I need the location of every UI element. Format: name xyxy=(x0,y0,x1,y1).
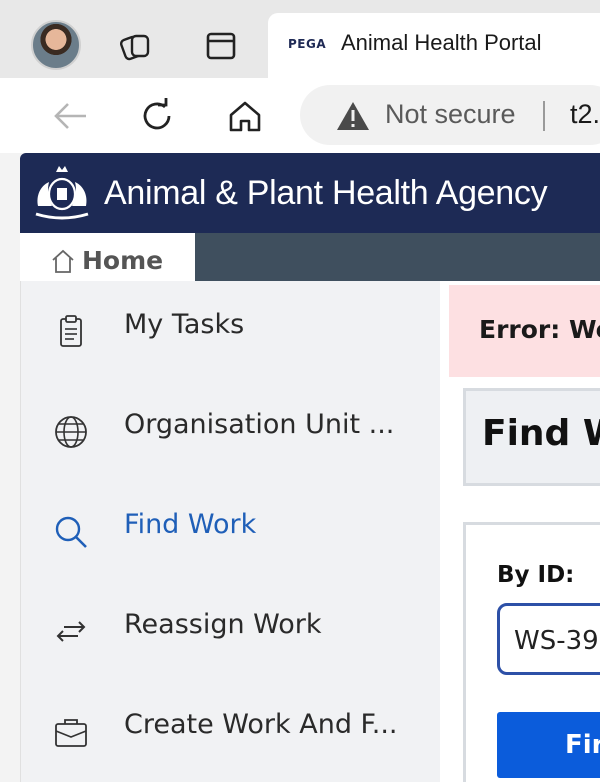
sidebar-item-label: Organisation Unit ... xyxy=(124,409,395,440)
warning-icon[interactable] xyxy=(336,101,370,131)
error-banner: Error: Wo xyxy=(449,285,600,377)
search-icon xyxy=(55,516,87,548)
home-icon[interactable] xyxy=(225,96,265,136)
home-outline-icon xyxy=(52,249,74,273)
back-arrow-icon[interactable] xyxy=(50,96,90,136)
royal-crest-icon xyxy=(35,166,89,220)
sidebar-item-reassign-work[interactable]: Reassign Work xyxy=(20,581,440,681)
tab-title[interactable]: Animal Health Portal xyxy=(341,30,542,56)
sidebar-item-my-tasks[interactable]: My Tasks xyxy=(20,281,440,381)
sidebar-item-create-work[interactable]: Create Work And F... xyxy=(20,681,440,781)
sidebar-item-label: Find Work xyxy=(124,509,257,540)
sidebar-item-find-work[interactable]: Find Work xyxy=(20,481,440,581)
find-button-label: Fir xyxy=(565,730,600,760)
refresh-icon[interactable] xyxy=(137,96,177,136)
workspaces-icon[interactable] xyxy=(119,28,155,64)
security-status[interactable]: Not secure xyxy=(385,99,516,130)
sidebar-item-label: Create Work And F... xyxy=(124,709,398,740)
globe-icon xyxy=(55,416,87,448)
section-header: Find W xyxy=(463,388,600,486)
page-title: Find W xyxy=(482,413,600,454)
error-message: Error: Wo xyxy=(479,315,600,344)
sidebar-item-organisation-unit[interactable]: Organisation Unit ... xyxy=(20,381,440,481)
home-tab-label[interactable]: Home xyxy=(82,246,163,275)
profile-avatar[interactable] xyxy=(31,20,81,70)
agency-name: Animal & Plant Health Agency xyxy=(104,174,548,212)
swap-arrows-icon xyxy=(56,621,86,642)
tab-actions-icon[interactable] xyxy=(203,28,239,64)
id-input-value: WS-398 xyxy=(514,626,600,656)
by-id-label: By ID: xyxy=(497,562,575,588)
clipboard-icon xyxy=(60,315,82,347)
id-input[interactable]: WS-398 xyxy=(497,603,600,675)
sidebar-item-label: Reassign Work xyxy=(124,609,322,640)
briefcase-icon xyxy=(55,719,87,747)
tab-favicon: PEGA xyxy=(288,37,327,51)
find-button[interactable]: Fir xyxy=(497,712,600,778)
sidebar-item-label: My Tasks xyxy=(124,309,245,340)
address-divider xyxy=(543,101,545,131)
url-text[interactable]: t2. xyxy=(570,99,600,130)
